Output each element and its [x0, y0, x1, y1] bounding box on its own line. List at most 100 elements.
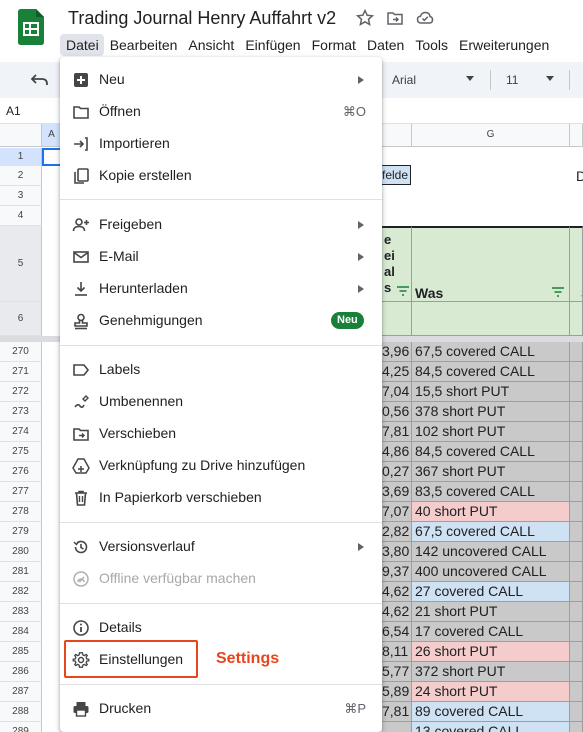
- was-cell[interactable]: 67,5 covered CALL: [412, 342, 570, 362]
- value-cell[interactable]: 4,62: [382, 582, 412, 602]
- h-cell[interactable]: [570, 462, 583, 482]
- menu-item-genehmigungen[interactable]: Genehmigungen Neu: [60, 305, 382, 337]
- menu-erweiterungen[interactable]: Erweiterungen: [453, 34, 554, 56]
- h-cell[interactable]: [570, 342, 583, 362]
- h-cell[interactable]: [570, 422, 583, 442]
- cloud-saved-icon[interactable]: [416, 9, 434, 27]
- h-cell[interactable]: [570, 722, 583, 732]
- select-all-corner[interactable]: [0, 124, 42, 147]
- row-header[interactable]: 6: [0, 302, 42, 336]
- font-size-dropdown-icon[interactable]: [546, 76, 554, 81]
- was-cell[interactable]: 84,5 covered CALL: [412, 442, 570, 462]
- was-cell[interactable]: 15,5 short PUT: [412, 382, 570, 402]
- header-cell-f6[interactable]: [382, 302, 412, 336]
- value-cell[interactable]: 3,96: [382, 342, 412, 362]
- was-cell[interactable]: 21 short PUT: [412, 602, 570, 622]
- header-cell-g6[interactable]: [412, 302, 570, 336]
- menu-daten[interactable]: Daten: [361, 34, 409, 56]
- value-cell[interactable]: 0,27: [382, 462, 412, 482]
- was-cell[interactable]: 142 uncovered CALL: [412, 542, 570, 562]
- row-header[interactable]: 4: [0, 206, 42, 226]
- menu-item-email[interactable]: E-Mail: [60, 241, 382, 273]
- row-header[interactable]: 277: [0, 482, 42, 502]
- menu-item-oeffnen[interactable]: Öffnen ⌘O: [60, 96, 382, 128]
- h-cell[interactable]: [570, 542, 583, 562]
- filter-icon[interactable]: [552, 287, 564, 297]
- font-family-select[interactable]: Arial: [392, 73, 416, 87]
- h-cell[interactable]: [570, 502, 583, 522]
- value-cell[interactable]: 4,62: [382, 602, 412, 622]
- value-cell[interactable]: 4,25: [382, 362, 412, 382]
- h-cell[interactable]: [570, 562, 583, 582]
- star-icon[interactable]: [356, 9, 374, 27]
- menu-item-neu[interactable]: Neu: [60, 64, 382, 96]
- value-cell[interactable]: 7,07: [382, 502, 412, 522]
- row-header[interactable]: 270: [0, 342, 42, 362]
- header-cell-f5[interactable]: e ei al s: [382, 226, 412, 302]
- row-header[interactable]: 5: [0, 226, 42, 302]
- was-cell[interactable]: 378 short PUT: [412, 402, 570, 422]
- row-header[interactable]: 274: [0, 422, 42, 442]
- felde-cell[interactable]: felde: [378, 165, 411, 185]
- row-header[interactable]: 3: [0, 186, 42, 206]
- was-cell[interactable]: 67,5 covered CALL: [412, 522, 570, 542]
- was-cell[interactable]: 84,5 covered CALL: [412, 362, 570, 382]
- row-header[interactable]: 1: [0, 148, 42, 166]
- column-header-h[interactable]: [570, 124, 583, 147]
- row-header[interactable]: 289: [0, 722, 42, 732]
- was-cell[interactable]: 40 short PUT: [412, 502, 570, 522]
- value-cell[interactable]: 0,56: [382, 402, 412, 422]
- header-cell-h5[interactable]: S: [570, 226, 583, 302]
- row-header[interactable]: 283: [0, 602, 42, 622]
- h-cell[interactable]: [570, 642, 583, 662]
- value-cell[interactable]: 9,37: [382, 562, 412, 582]
- row-header[interactable]: 288: [0, 702, 42, 722]
- menu-item-verschieben[interactable]: Verschieben: [60, 418, 382, 450]
- column-header-f[interactable]: [382, 124, 412, 147]
- was-cell[interactable]: 83,5 covered CALL: [412, 482, 570, 502]
- menu-datei[interactable]: Datei: [60, 34, 104, 56]
- menu-item-kopie-erstellen[interactable]: Kopie erstellen: [60, 160, 382, 192]
- was-cell[interactable]: 367 short PUT: [412, 462, 570, 482]
- name-box[interactable]: A1: [6, 104, 21, 118]
- row-header[interactable]: 280: [0, 542, 42, 562]
- font-size-select[interactable]: 11: [506, 73, 518, 87]
- was-cell[interactable]: 13 covered CALL: [412, 722, 570, 732]
- value-cell[interactable]: 5,89: [382, 682, 412, 702]
- value-cell[interactable]: 8,11: [382, 642, 412, 662]
- was-cell[interactable]: 24 short PUT: [412, 682, 570, 702]
- value-cell[interactable]: 5,77: [382, 662, 412, 682]
- h-cell[interactable]: [570, 662, 583, 682]
- h-cell[interactable]: [570, 442, 583, 462]
- row-header[interactable]: 278: [0, 502, 42, 522]
- menu-item-trash[interactable]: In Papierkorb verschieben: [60, 482, 382, 514]
- row-header[interactable]: 287: [0, 682, 42, 702]
- h-cell[interactable]: [570, 622, 583, 642]
- was-cell[interactable]: 400 uncovered CALL: [412, 562, 570, 582]
- menu-bearbeiten[interactable]: Bearbeiten: [104, 34, 183, 56]
- value-cell[interactable]: [382, 722, 412, 732]
- row-header[interactable]: 279: [0, 522, 42, 542]
- move-icon[interactable]: [386, 9, 404, 27]
- menu-item-labels[interactable]: Labels: [60, 354, 382, 386]
- value-cell[interactable]: 3,80: [382, 542, 412, 562]
- font-dropdown-icon[interactable]: [466, 76, 474, 81]
- undo-icon[interactable]: [30, 71, 50, 89]
- row-header[interactable]: 286: [0, 662, 42, 682]
- filter-icon[interactable]: [397, 286, 409, 296]
- value-cell[interactable]: 2,82: [382, 522, 412, 542]
- was-cell[interactable]: 102 short PUT: [412, 422, 570, 442]
- row-header[interactable]: 275: [0, 442, 42, 462]
- menu-item-umbenennen[interactable]: Umbenennen: [60, 386, 382, 418]
- header-cell-h6[interactable]: [570, 302, 583, 336]
- row-header[interactable]: 276: [0, 462, 42, 482]
- h-cell[interactable]: [570, 602, 583, 622]
- row-header[interactable]: 281: [0, 562, 42, 582]
- h-cell[interactable]: [570, 582, 583, 602]
- menu-tools[interactable]: Tools: [409, 34, 453, 56]
- menu-item-drucken[interactable]: Drucken ⌘P: [60, 693, 382, 725]
- h-cell[interactable]: [570, 482, 583, 502]
- h-cell[interactable]: [570, 682, 583, 702]
- menu-item-herunterladen[interactable]: Herunterladen: [60, 273, 382, 305]
- menu-item-freigeben[interactable]: Freigeben: [60, 209, 382, 241]
